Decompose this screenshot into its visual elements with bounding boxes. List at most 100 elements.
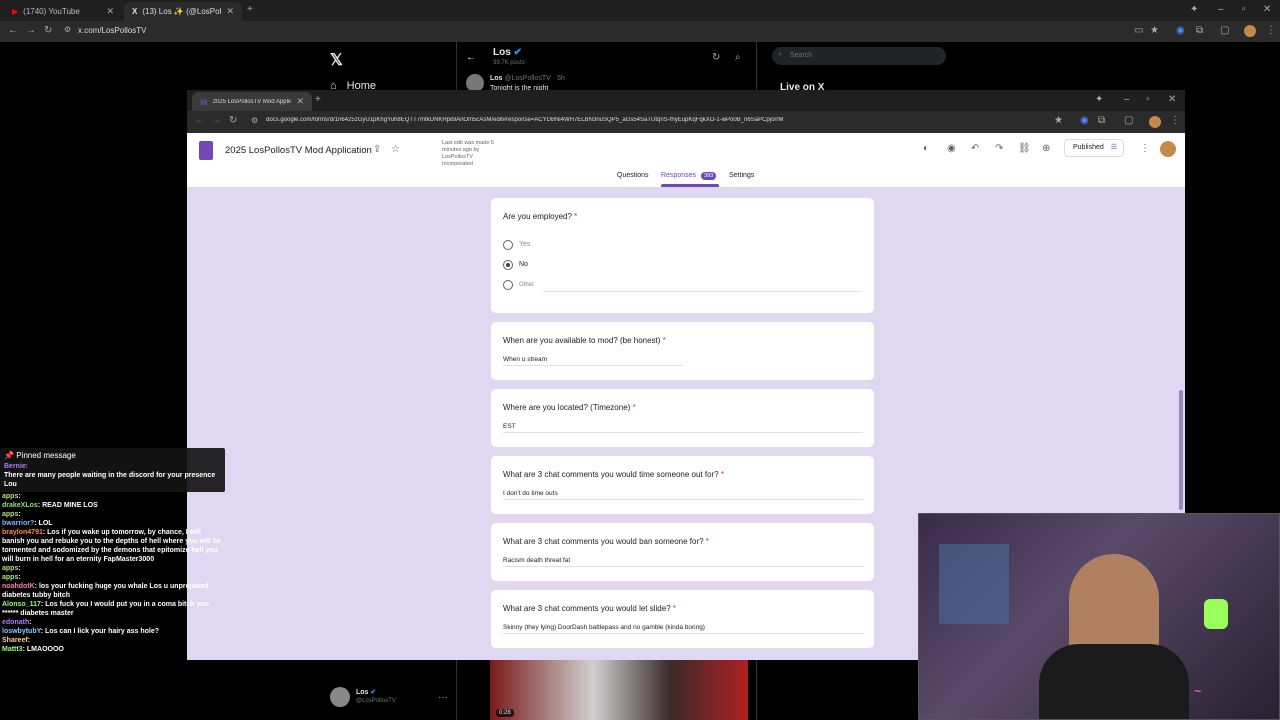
forms-logo-icon[interactable] <box>199 141 213 160</box>
sidepanel-icon[interactable]: ▢ <box>1124 115 1133 126</box>
search-input[interactable]: ⌕ Search <box>772 47 946 65</box>
palette-icon[interactable]: ◐ <box>923 143 929 154</box>
more-options-icon[interactable]: ⋮ <box>1140 143 1150 154</box>
answer-text: EST <box>503 423 516 430</box>
chat-text: Los can I lick your hairy ass hole? <box>45 628 160 635</box>
chat-messages: apps: drakeXLos: READ MINE LOS apps: bwar… <box>0 492 225 654</box>
chat-username[interactable]: loswbytubY <box>2 628 41 635</box>
close-icon[interactable]: ✕ <box>226 6 234 17</box>
active-tab-indicator <box>661 184 719 187</box>
tab-label: (1740) YouTube <box>23 7 80 16</box>
chat-message: loswbytubY: Los can I lick your hairy as… <box>0 627 225 636</box>
maximize-icon[interactable]: ▫ <box>1146 94 1150 105</box>
new-tab-icon[interactable]: + <box>315 94 321 105</box>
chat-username[interactable]: apps <box>2 493 18 500</box>
x-logo-icon[interactable]: 𝕏 <box>330 50 343 70</box>
star-icon[interactable]: ☆ <box>391 144 400 155</box>
ai-icon[interactable]: ✦ <box>1095 94 1103 105</box>
close-icon[interactable]: ✕ <box>296 96 304 107</box>
radio-no[interactable] <box>503 260 513 270</box>
avatar[interactable] <box>1149 116 1161 128</box>
refresh-icon[interactable]: ↻ <box>712 52 720 63</box>
minimize-icon[interactable]: – <box>1124 94 1130 105</box>
forward-icon[interactable]: → <box>211 115 221 126</box>
scrollbar[interactable] <box>1179 390 1183 510</box>
reload-icon[interactable]: ↻ <box>229 115 237 126</box>
maximize-icon[interactable]: ▫ <box>1242 4 1246 15</box>
chat-username[interactable]: noahdotK <box>2 583 35 590</box>
tab-settings[interactable]: Settings <box>729 172 754 179</box>
form-title[interactable]: 2025 LosPollosTV Mod Application <box>225 145 372 156</box>
tab-forms[interactable]: ▤ 2025 LosPollosTV Mod Applicatio ✕ <box>192 92 312 111</box>
answer-text: Racism death threat fat <box>503 557 571 564</box>
site-info-icon[interactable]: ⚙ <box>64 25 71 34</box>
pinned-text: There are many people waiting in the dis… <box>4 472 216 488</box>
url-field[interactable]: x.com/LosPollosTV <box>78 26 146 35</box>
question-title: What are 3 chat comments you would ban s… <box>503 537 709 546</box>
chat-username[interactable]: Alonso_117 <box>2 601 41 608</box>
question-title: When are you available to mod? (be hones… <box>503 336 666 345</box>
tab-youtube[interactable]: ▶ (1740) YouTube ✕ <box>4 2 122 21</box>
extension-icon[interactable]: ◉ <box>1080 115 1089 126</box>
account-avatar[interactable] <box>330 687 350 707</box>
account-avatar[interactable] <box>1160 141 1176 157</box>
chat-username[interactable]: apps <box>2 511 18 518</box>
ai-icon[interactable]: ✦ <box>1190 4 1198 15</box>
close-window-icon[interactable]: ✕ <box>1168 94 1176 105</box>
search-icon[interactable]: ⌕ <box>735 52 741 63</box>
close-window-icon[interactable]: ✕ <box>1263 4 1271 15</box>
chat-username[interactable]: Shareef <box>2 637 28 644</box>
chat-message: apps: <box>0 510 225 519</box>
avatar[interactable] <box>1244 25 1256 37</box>
outer-tab-strip: ▶ (1740) YouTube ✕ X (13) Los ✨ (@LosPol… <box>0 0 1280 21</box>
add-collaborator-icon[interactable]: ⊕ <box>1042 143 1050 154</box>
chat-username[interactable]: apps <box>2 574 18 581</box>
chat-username[interactable]: drakeXLos <box>2 502 38 509</box>
new-tab-icon[interactable]: + <box>247 4 253 15</box>
move-folder-icon[interactable]: ⇪ <box>373 144 381 155</box>
chat-username[interactable]: Mattt3 <box>2 646 23 653</box>
extension-icon[interactable]: ◉ <box>1176 25 1185 36</box>
link-icon[interactable]: ⛓ <box>1018 143 1031 154</box>
forward-icon[interactable]: → <box>26 25 36 36</box>
question-card-ban: What are 3 chat comments you would ban s… <box>490 522 875 582</box>
webcam-overlay: ~ <box>918 513 1280 720</box>
radio-other[interactable] <box>503 280 513 290</box>
back-arrow-icon[interactable]: ← <box>466 52 476 63</box>
menu-icon[interactable]: ⋮ <box>1170 115 1180 126</box>
back-icon[interactable]: ← <box>195 115 205 126</box>
cast-icon[interactable]: ▭ <box>1134 25 1143 36</box>
tab-x[interactable]: X (13) Los ✨ (@LosPollosTV) / X ✕ <box>124 2 242 21</box>
tab-questions[interactable]: Questions <box>617 172 649 179</box>
video-thumbnail[interactable]: 0:28 <box>490 660 748 720</box>
back-icon[interactable]: ← <box>8 25 18 36</box>
extensions-icon[interactable]: ⧉ <box>1196 25 1203 36</box>
bookmark-star-icon[interactable]: ★ <box>1054 115 1063 126</box>
extensions-icon[interactable]: ⧉ <box>1098 115 1105 126</box>
site-info-icon[interactable]: ⚙ <box>251 116 258 125</box>
bookmark-star-icon[interactable]: ★ <box>1150 25 1159 36</box>
chat-username[interactable]: bwarrior? <box>2 520 34 527</box>
sidepanel-icon[interactable]: ▢ <box>1220 25 1229 36</box>
more-icon[interactable]: ··· <box>438 692 448 703</box>
close-icon[interactable]: ✕ <box>106 6 114 17</box>
undo-icon[interactable]: ↶ <box>971 143 979 154</box>
minimize-icon[interactable]: – <box>1218 4 1224 15</box>
menu-icon[interactable]: ⋮ <box>1266 25 1276 36</box>
last-edit-note[interactable]: Last edit was made 5 minutes ago by LosP… <box>442 140 498 168</box>
tab-responses[interactable]: Responses 393 <box>661 172 717 180</box>
reload-icon[interactable]: ↻ <box>44 25 52 36</box>
url-field[interactable]: docs.google.com/forms/d/1n6425zGyU1pKhgY… <box>266 117 906 123</box>
chat-username[interactable]: braylon4791 <box>2 529 43 536</box>
chat-username[interactable]: edonath <box>2 619 29 626</box>
published-button[interactable]: Published ☰ <box>1064 139 1124 157</box>
chat-username[interactable]: apps <box>2 565 18 572</box>
radio-yes[interactable] <box>503 240 513 250</box>
pinned-message: 📌 Pinned message Bernie: There are many … <box>0 448 225 492</box>
forms-icon: ▤ <box>200 97 208 106</box>
option-label: Yes <box>519 241 531 248</box>
preview-eye-icon[interactable]: ◉ <box>947 143 956 154</box>
chat-message: apps: <box>0 492 225 501</box>
answer-text: When u stream <box>503 356 548 363</box>
redo-icon[interactable]: ↷ <box>995 143 1003 154</box>
